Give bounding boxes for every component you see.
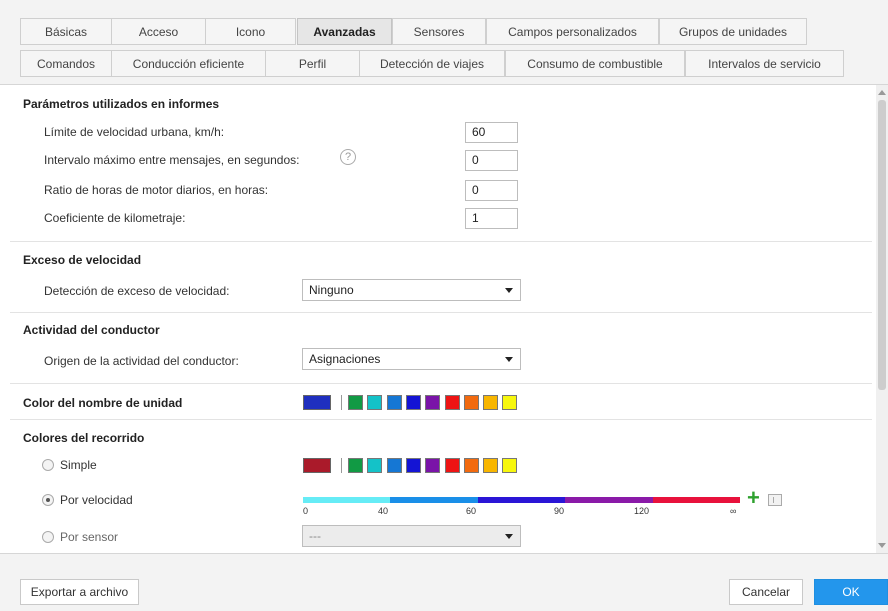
tab-intervalos-de-servicio[interactable]: Intervalos de servicio (685, 50, 844, 77)
speed-segment[interactable] (565, 497, 653, 503)
dialog-footer: Exportar a archivo Cancelar OK (0, 553, 888, 611)
scrollbar[interactable] (876, 85, 888, 553)
tab-acceso[interactable]: Acceso (111, 18, 206, 45)
palette-swatch[interactable] (483, 395, 499, 410)
swatch-separator (341, 458, 342, 473)
max-interval-label: Intervalo máximo entre mensajes, en segu… (44, 153, 300, 167)
palette-swatch[interactable] (444, 458, 460, 473)
tab-conduccion-eficiente[interactable]: Conducción eficiente (111, 50, 266, 77)
palette-swatch[interactable] (405, 458, 421, 473)
speed-tick-label: 90 (554, 506, 565, 516)
palette-swatch[interactable] (348, 395, 363, 410)
tab-comandos[interactable]: Comandos (20, 50, 112, 77)
tab-campos-personalizados[interactable]: Campos personalizados (486, 18, 659, 45)
tab-icono[interactable]: Icono (205, 18, 296, 45)
speed-tick-label: 120 (634, 506, 650, 516)
palette-swatch[interactable] (367, 458, 383, 473)
tab-sensores[interactable]: Sensores (392, 18, 486, 45)
by-sensor-radio[interactable] (42, 531, 54, 543)
speeding-section-title: Exceso de velocidad (23, 253, 142, 267)
mileage-coef-label: Coeficiente de kilometraje: (44, 211, 186, 225)
speeding-detection-label: Detección de exceso de velocidad: (44, 284, 230, 298)
palette-swatch[interactable] (463, 395, 479, 410)
track-colors-title: Colores del recorrido (23, 431, 145, 445)
export-button[interactable]: Exportar a archivo (20, 579, 139, 605)
scroll-down-icon[interactable] (878, 543, 886, 548)
unit-name-color-swatch[interactable] (303, 395, 331, 410)
speed-color-gradient[interactable] (303, 497, 740, 503)
palette-swatch[interactable] (444, 395, 460, 410)
unit-name-color-title: Color del nombre de unidad (23, 396, 183, 410)
driver-origin-select[interactable]: Asignaciones (302, 348, 521, 370)
reports-section-title: Parámetros utilizados en informes (23, 97, 220, 111)
chevron-down-icon (505, 288, 513, 293)
speed-tick-label: 0 (303, 506, 309, 516)
sensor-select[interactable]: --- (302, 525, 521, 547)
swatch-separator (341, 395, 342, 410)
by-sensor-radio-label: Por sensor (60, 530, 119, 544)
max-interval-input[interactable]: 0 (465, 150, 518, 171)
palette-swatch[interactable] (386, 395, 402, 410)
speed-tick-label: ∞ (730, 506, 737, 516)
chevron-down-icon (505, 357, 513, 362)
urban-speed-input[interactable]: 60 (465, 122, 518, 143)
driver-section-title: Actividad del conductor (23, 323, 160, 337)
tab-grupos-de-unidades[interactable]: Grupos de unidades (659, 18, 807, 45)
driver-origin-value: Asignaciones (309, 352, 381, 366)
speed-segment[interactable] (652, 497, 740, 503)
table-icon[interactable] (768, 494, 782, 506)
speed-segment[interactable] (390, 497, 478, 503)
speeding-detection-value: Ninguno (309, 283, 354, 297)
tab-deteccion-de-viajes[interactable]: Detección de viajes (359, 50, 505, 77)
scroll-thumb[interactable] (878, 100, 886, 390)
palette-swatch[interactable] (463, 458, 479, 473)
cancel-button[interactable]: Cancelar (729, 579, 803, 605)
plus-icon[interactable]: + (747, 487, 761, 509)
engine-hours-input[interactable]: 0 (465, 180, 518, 201)
mileage-coef-input[interactable]: 1 (465, 208, 518, 229)
urban-speed-label: Límite de velocidad urbana, km/h: (44, 125, 225, 139)
speed-segment[interactable] (477, 497, 566, 503)
by-speed-radio[interactable] (42, 494, 54, 506)
sensor-select-value: --- (309, 529, 321, 543)
tab-bar: Básicas Acceso Icono Avanzadas Sensores … (0, 0, 888, 85)
palette-swatch[interactable] (483, 458, 499, 473)
tab-consumo-de-combustible[interactable]: Consumo de combustible (505, 50, 685, 77)
palette-swatch[interactable] (348, 458, 363, 473)
chevron-down-icon (505, 534, 513, 539)
speed-tick-label: 40 (378, 506, 389, 516)
tab-perfil[interactable]: Perfil (265, 50, 360, 77)
palette-swatch[interactable] (425, 458, 441, 473)
tab-avanzadas[interactable]: Avanzadas (297, 18, 392, 45)
engine-hours-label: Ratio de horas de motor diarios, en hora… (44, 183, 269, 197)
speeding-detection-select[interactable]: Ninguno (302, 279, 521, 301)
speed-tick-label: 60 (466, 506, 477, 516)
by-speed-radio-label: Por velocidad (60, 493, 133, 507)
divider (10, 241, 872, 242)
simple-radio[interactable] (42, 459, 54, 471)
ok-button[interactable]: OK (814, 579, 888, 605)
tab-basicas[interactable]: Básicas (20, 18, 112, 45)
divider (10, 312, 872, 313)
divider (10, 383, 872, 384)
palette-swatch[interactable] (502, 458, 518, 473)
speed-segment[interactable] (303, 497, 391, 503)
scroll-up-icon[interactable] (878, 90, 886, 95)
divider (10, 419, 872, 420)
palette-swatch[interactable] (425, 395, 441, 410)
palette-swatch[interactable] (367, 395, 383, 410)
driver-origin-label: Origen de la actividad del conductor: (44, 354, 239, 368)
simple-radio-label: Simple (60, 458, 97, 472)
palette-swatch[interactable] (386, 458, 402, 473)
help-icon[interactable]: ? (340, 149, 356, 165)
simple-color-swatch[interactable] (303, 458, 331, 473)
palette-swatch[interactable] (502, 395, 518, 410)
palette-swatch[interactable] (405, 395, 421, 410)
